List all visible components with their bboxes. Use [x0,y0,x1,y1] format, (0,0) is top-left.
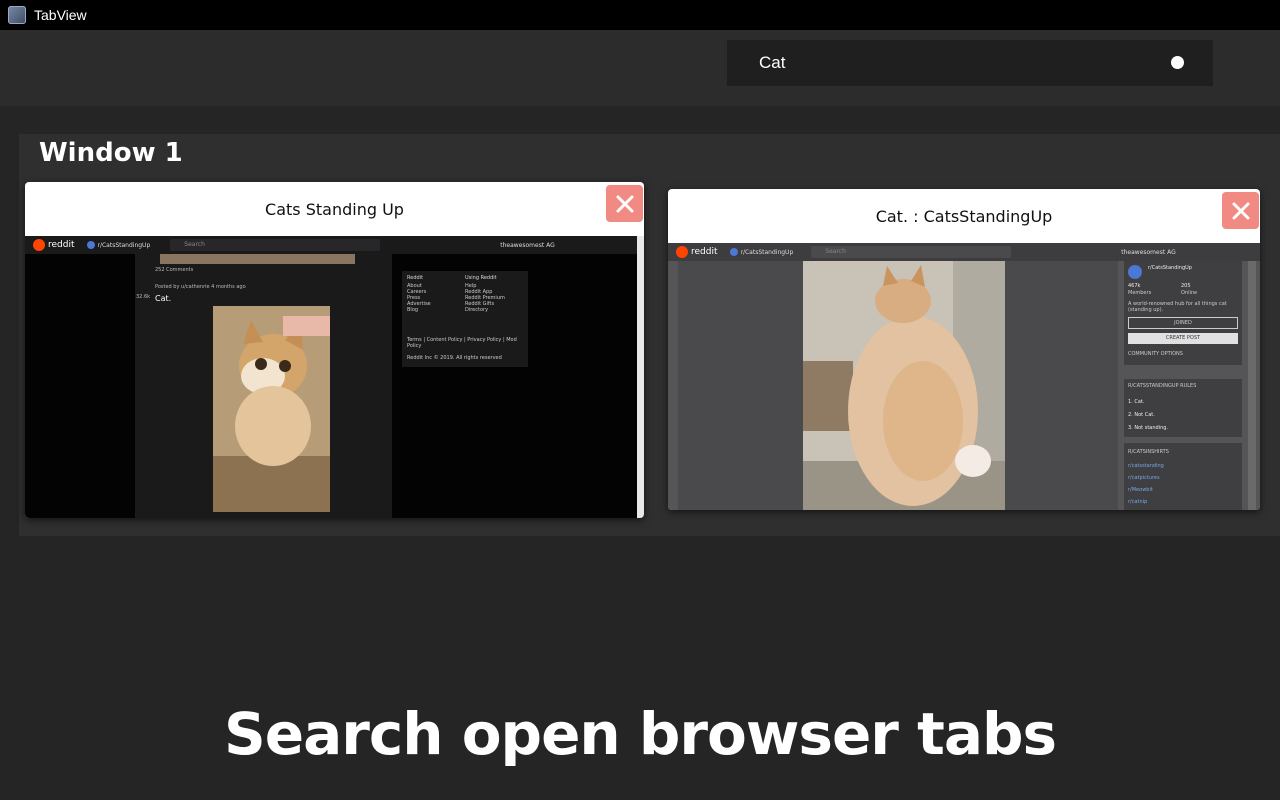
window-title: Window 1 [39,138,183,168]
tab-title: Cat. : CatsStandingUp [875,206,1053,226]
cat-photo [213,306,330,512]
reddit-header: reddit r/CatsStandingUp Search theawesom… [668,243,1260,261]
close-tab-button[interactable] [606,185,643,222]
close-tab-button[interactable] [1222,192,1259,229]
subreddit-icon [86,241,95,249]
tab-preview: reddit r/CatsStandingUp Search theawesom… [25,236,644,518]
community-sidebar: r/CatsStandingUp 467k Members 205 Online… [1124,261,1242,365]
title-bar: TabView [0,0,1280,30]
promo-caption: Search open browser tabs [223,700,1057,768]
search-area [0,30,1280,106]
rules-box: R/CATSSTANDINGUP RULES 1. Cat. 2. Not Ca… [1124,379,1242,437]
search-input[interactable] [727,40,1213,86]
post-title: Cat. [155,294,172,303]
joined-button: JOINED [1128,317,1238,329]
tabview-app-icon [8,6,26,24]
related-box: R/CATSINSHIRTS r/catsstanding r/catpictu… [1124,443,1242,510]
reddit-logo-icon [33,239,45,251]
tab-card[interactable]: Cats Standing Up reddit r/CatsStandingUp… [25,182,644,518]
reddit-footer-box: Reddit About Careers Press Advertise Blo… [402,271,528,367]
app-title: TabView [34,7,87,23]
scrollbar [637,236,644,518]
subreddit-icon [729,248,738,256]
reddit-search: Search [811,246,1012,258]
tab-card[interactable]: Cat. : CatsStandingUp reddit r/CatsStand… [668,189,1260,510]
cat-photo [803,261,1005,510]
tab-title: Cats Standing Up [265,199,404,219]
reddit-search: Search [170,239,381,251]
search-indicator-icon [1171,56,1184,69]
tab-preview: reddit r/CatsStandingUp Search theawesom… [668,243,1260,510]
previous-post-image [160,254,355,264]
close-icon [616,195,633,212]
reddit-logo-icon [676,246,688,258]
create-post-button: CREATE POST [1128,333,1238,344]
close-icon [1232,202,1249,219]
scrollbar [1248,261,1256,510]
reddit-header: reddit r/CatsStandingUp Search theawesom… [25,236,644,254]
